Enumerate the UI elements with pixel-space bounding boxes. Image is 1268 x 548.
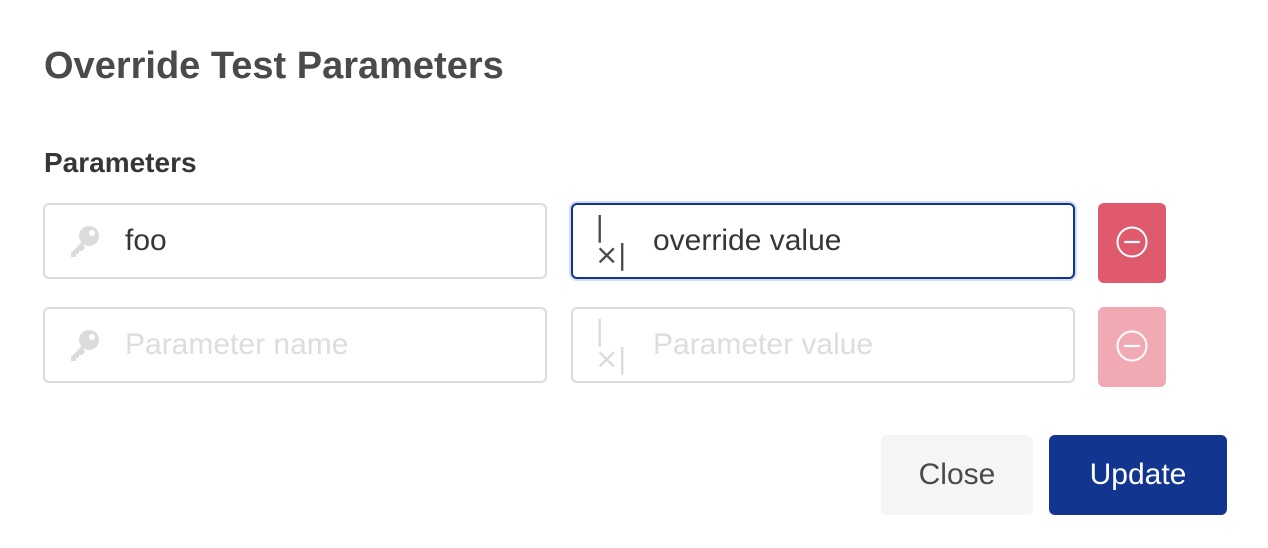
- parameter-name-field[interactable]: [43, 203, 547, 279]
- remove-parameter-button[interactable]: [1098, 307, 1166, 387]
- remove-parameter-button[interactable]: [1098, 203, 1166, 283]
- key-icon: [67, 223, 103, 259]
- parameter-name-field[interactable]: [43, 307, 547, 383]
- key-icon: [67, 327, 103, 363]
- override-parameters-dialog: Override Test Parameters Parameters |×|: [0, 0, 1268, 548]
- update-button[interactable]: Update: [1049, 435, 1227, 515]
- dialog-title: Override Test Parameters: [44, 45, 504, 87]
- variable-icon: |×|: [595, 314, 627, 375]
- parameter-value-field[interactable]: |×|: [571, 307, 1075, 383]
- minus-circle-icon: [1115, 225, 1149, 262]
- close-button[interactable]: Close: [881, 435, 1033, 515]
- parameter-name-input[interactable]: [125, 205, 531, 277]
- parameter-value-input[interactable]: [653, 205, 1059, 277]
- parameters-section-label: Parameters: [44, 147, 197, 178]
- minus-circle-icon: [1115, 329, 1149, 366]
- parameter-name-input[interactable]: [125, 309, 531, 381]
- parameter-value-field[interactable]: |×|: [571, 203, 1075, 279]
- parameter-value-input[interactable]: [653, 309, 1059, 381]
- variable-icon: |×|: [595, 210, 627, 271]
